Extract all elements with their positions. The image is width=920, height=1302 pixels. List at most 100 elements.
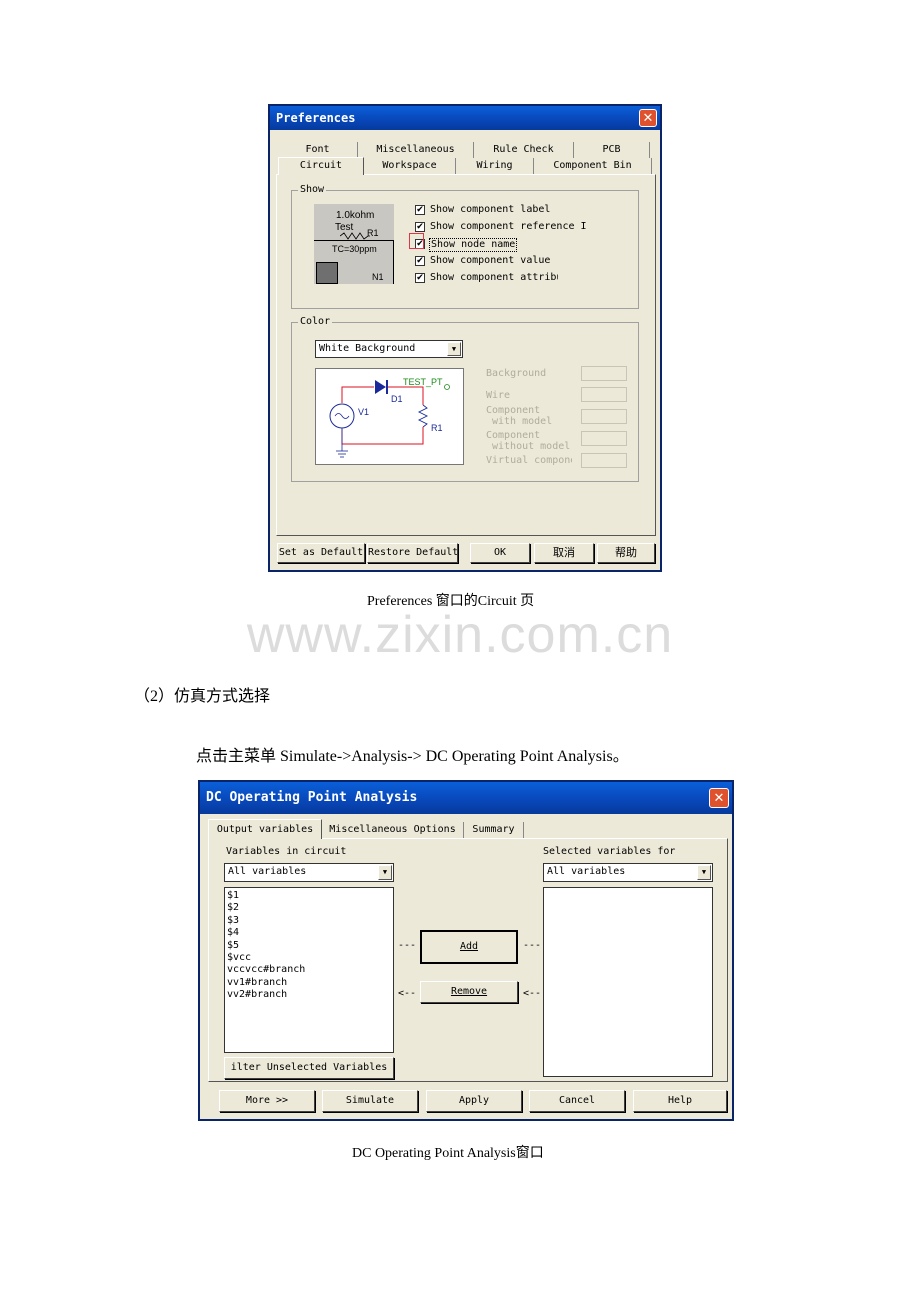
wire-color-label: Wire	[486, 390, 511, 401]
selected-filter-value: All variables	[547, 866, 626, 877]
list-item[interactable]: $vcc	[227, 952, 393, 964]
selected-variables-list[interactable]	[543, 887, 713, 1077]
add-arrow-right: ---	[523, 940, 542, 951]
preferences-title: Preferences	[276, 111, 356, 125]
list-item[interactable]: vccvcc#branch	[227, 964, 393, 976]
tab-output-variables[interactable]: Output variables	[208, 819, 322, 839]
preview-box	[316, 262, 338, 284]
show-node-names-text: Show node names	[429, 238, 517, 252]
component-preview: 1.0kohm Test R1 TC=30ppm N1	[314, 204, 394, 284]
set-as-default-button[interactable]: Set as Default	[277, 543, 365, 563]
show-values-text: Show component values	[430, 255, 550, 266]
instruction-text: 点击主菜单 Simulate->Analysis-> DC Operating …	[196, 748, 629, 765]
tab-pcb[interactable]: PCB	[574, 142, 650, 158]
simulate-button[interactable]: Simulate	[322, 1090, 418, 1112]
color-scheme-select[interactable]: White Background ▼	[315, 340, 463, 358]
virtual-component-color-button[interactable]	[581, 453, 627, 468]
component-model-label-1: Component	[486, 405, 541, 416]
figure-caption-dc-op: DC Operating Point Analysis窗口	[352, 1146, 544, 1161]
selected-variables-label: Selected variables for	[543, 846, 676, 857]
tab-wiring[interactable]: Wiring	[456, 158, 534, 174]
tab-rule-check[interactable]: Rule Check	[474, 142, 574, 158]
help-button[interactable]: 帮助	[597, 543, 655, 563]
list-item[interactable]: $3	[227, 915, 393, 927]
add-arrow-left: ---	[398, 940, 417, 951]
list-item[interactable]: vv1#branch	[227, 977, 393, 989]
cancel-button[interactable]: Cancel	[529, 1090, 625, 1112]
dc-op-dialog: DC Operating Point Analysis ✕ Output var…	[198, 780, 734, 1121]
chevron-down-icon[interactable]: ▼	[378, 865, 392, 880]
remove-button[interactable]: Remove	[420, 981, 518, 1003]
add-button[interactable]: Add	[420, 930, 518, 964]
schematic-preview: TEST_PT D1 V1 R1	[315, 368, 464, 465]
list-item[interactable]: $2	[227, 902, 393, 914]
color-group-label: Color	[298, 316, 333, 328]
component-model-label-2: with model	[492, 416, 553, 427]
component-nomodel-label-1: Component	[486, 430, 541, 441]
wire-color-button[interactable]	[581, 387, 627, 402]
dc-op-title: DC Operating Point Analysis	[206, 790, 418, 805]
tab-summary[interactable]: Summary	[464, 822, 524, 839]
color-scheme-value: White Background	[319, 343, 416, 354]
chevron-down-icon[interactable]: ▼	[447, 342, 461, 356]
preview-vline	[393, 240, 394, 284]
background-color-button[interactable]	[581, 366, 627, 381]
preferences-titlebar[interactable]: Preferences	[270, 106, 660, 130]
restore-default-button[interactable]: Restore Default	[367, 543, 458, 563]
component-nomodel-color-button[interactable]	[581, 431, 627, 446]
variables-list[interactable]: $1 $2 $3 $4 $5 $vcc vccvcc#branch vv1#br…	[224, 887, 394, 1053]
preview-tc: TC=30ppm	[332, 244, 377, 254]
ok-button[interactable]: OK	[470, 543, 530, 563]
preview-line	[314, 240, 394, 241]
remove-button-label: Remove	[450, 986, 488, 997]
watermark: www.zixin.com.cn	[246, 606, 674, 664]
tab-component-bin[interactable]: Component Bin	[534, 158, 652, 174]
selected-filter-select[interactable]: All variables ▼	[543, 863, 713, 882]
tab-miscellaneous-options[interactable]: Miscellaneous Options	[322, 822, 464, 839]
close-icon[interactable]: ✕	[639, 109, 657, 127]
show-group-label: Show	[298, 184, 327, 196]
virtual-component-label: Virtual compone	[486, 455, 572, 466]
schematic-source-label: V1	[358, 407, 370, 417]
chevron-down-icon[interactable]: ▼	[697, 865, 711, 880]
list-item[interactable]: $4	[227, 927, 393, 939]
preferences-dialog: Preferences ✕ Font Miscellaneous Rule Ch…	[268, 104, 662, 572]
tab-font[interactable]: Font	[278, 142, 358, 158]
cancel-button[interactable]: 取消	[534, 543, 594, 563]
show-values-checkbox[interactable]: ✔	[415, 256, 425, 266]
variables-filter-value: All variables	[228, 866, 307, 877]
remove-arrow-right: <--	[523, 988, 542, 999]
show-attributes-checkbox[interactable]: ✔	[415, 273, 425, 283]
list-item[interactable]: vv2#branch	[227, 989, 393, 1001]
dc-op-titlebar[interactable]: DC Operating Point Analysis	[200, 782, 732, 814]
close-icon[interactable]: ✕	[709, 788, 729, 808]
schematic-test-point-label: TEST_PT	[403, 377, 443, 387]
more-button[interactable]: More >>	[219, 1090, 315, 1112]
preview-value: 1.0kohm	[336, 210, 375, 221]
tab-circuit[interactable]: Circuit	[278, 157, 364, 175]
list-item[interactable]: $5	[227, 940, 393, 952]
tab-workspace[interactable]: Workspace	[364, 158, 456, 174]
remove-arrow-left: <--	[398, 988, 417, 999]
show-label-checkbox[interactable]: ✔	[415, 205, 425, 215]
preview-node: N1	[372, 272, 384, 282]
component-nomodel-label-2: without model	[492, 441, 571, 452]
tab-miscellaneous[interactable]: Miscellaneous	[358, 142, 474, 158]
filter-unselected-button[interactable]: ilter Unselected Variables	[224, 1057, 394, 1079]
variables-filter-select[interactable]: All variables ▼	[224, 863, 394, 882]
variables-in-circuit-label: Variables in circuit	[226, 846, 347, 857]
schematic-diode-label: D1	[391, 394, 403, 404]
show-reference-checkbox[interactable]: ✔	[415, 222, 425, 232]
show-attributes-text: Show component attribu	[430, 272, 558, 283]
show-label-text: Show component label	[430, 204, 551, 215]
section-heading: （2）仿真方式选择	[134, 688, 271, 705]
list-item[interactable]: $1	[227, 890, 393, 902]
node-names-highlight	[409, 233, 424, 249]
apply-button[interactable]: Apply	[426, 1090, 522, 1112]
add-button-label: Add	[459, 941, 479, 952]
preview-resistor-icon	[340, 232, 370, 240]
schematic-resistor-label: R1	[431, 423, 443, 433]
background-color-label: Background	[486, 368, 547, 379]
help-button[interactable]: Help	[633, 1090, 727, 1112]
component-model-color-button[interactable]	[581, 409, 627, 424]
